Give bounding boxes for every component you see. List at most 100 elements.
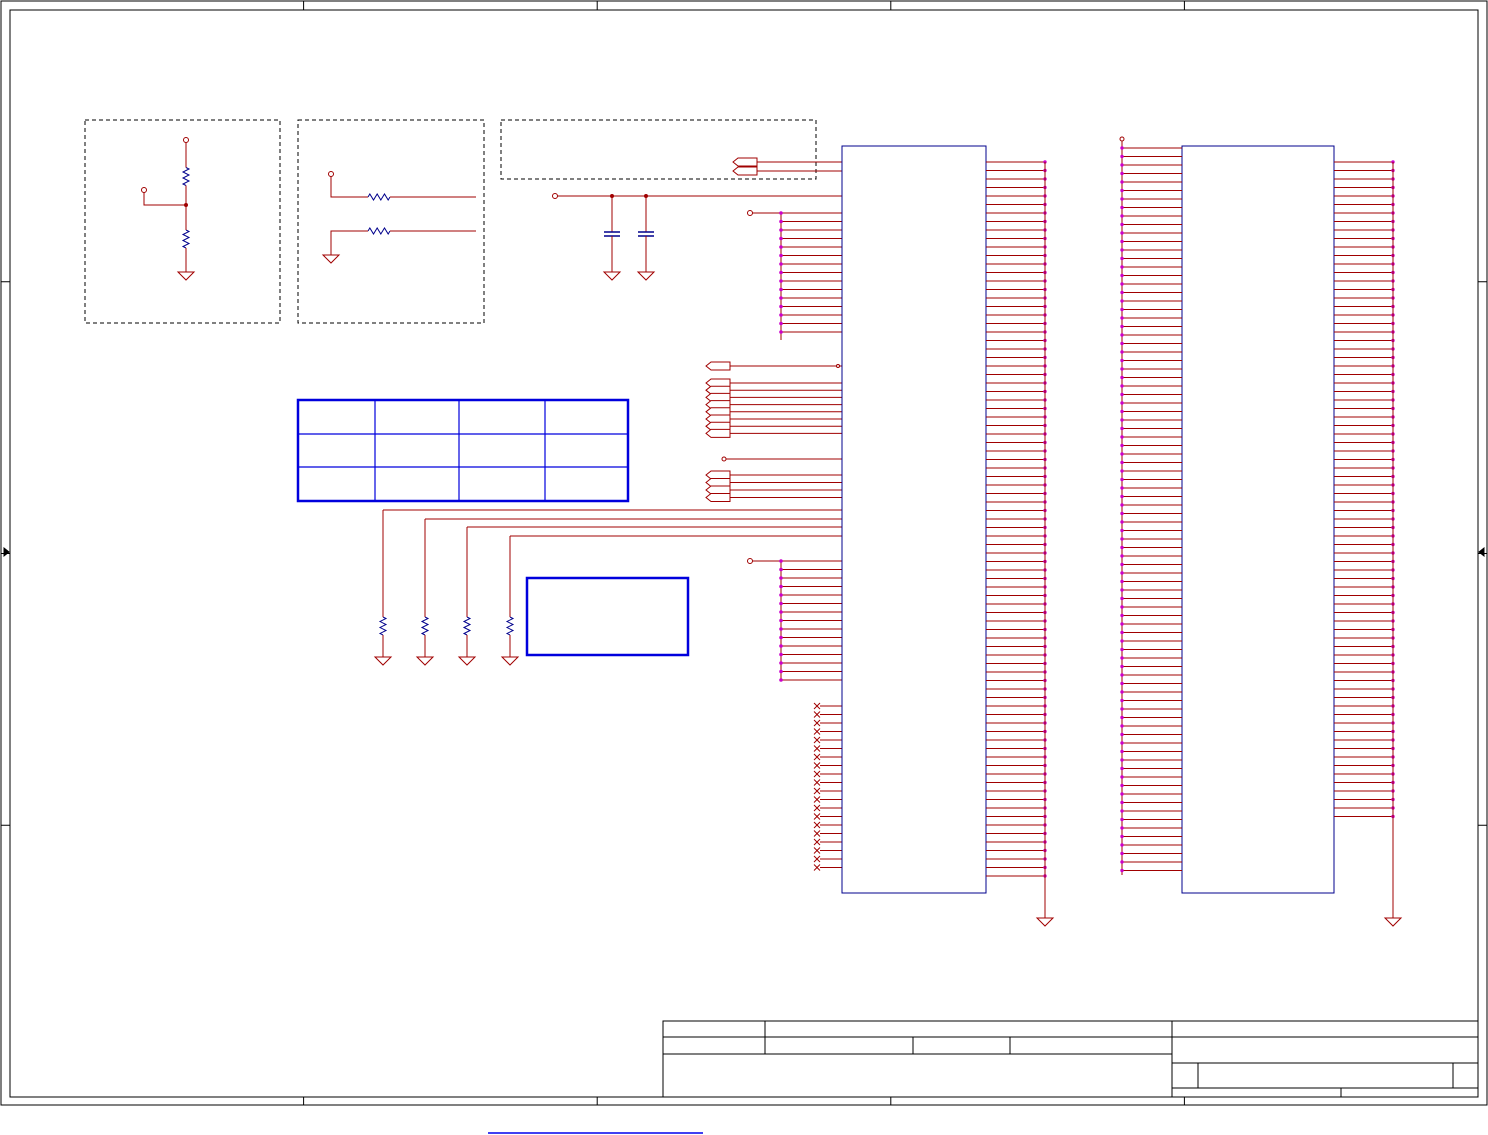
pin-marker <box>779 610 783 614</box>
pin-marker <box>779 644 783 648</box>
pin-marker <box>779 661 783 665</box>
pin-marker <box>1120 384 1124 388</box>
pin-marker <box>1120 579 1124 584</box>
pin-marker <box>1120 180 1124 184</box>
pin-marker <box>1120 545 1124 550</box>
pin-marker <box>779 262 783 266</box>
off-page-port <box>705 493 731 502</box>
junction-dot <box>184 203 188 207</box>
wire <box>330 176 360 198</box>
ground-symbol <box>457 656 477 666</box>
pin-marker <box>1120 622 1124 626</box>
pin-marker <box>1120 588 1124 592</box>
pin-marker <box>779 330 783 334</box>
wire <box>143 192 186 206</box>
pin-marker <box>1120 197 1124 201</box>
pin-marker <box>1120 418 1124 422</box>
pin-marker <box>1120 860 1124 864</box>
pin-marker <box>1120 596 1124 601</box>
off-page-port <box>705 478 731 487</box>
note-box <box>500 119 817 180</box>
wire <box>330 230 360 255</box>
info-box-border <box>525 576 690 657</box>
ground-symbol <box>415 656 435 666</box>
pin-marker <box>1120 664 1124 669</box>
pulldown-resistor-group <box>373 510 520 666</box>
pin-marker <box>779 270 783 275</box>
pin-marker <box>779 313 783 317</box>
pin-marker <box>779 576 783 580</box>
pin-marker <box>1120 239 1124 244</box>
note-dashed-box <box>500 119 817 180</box>
pin-marker <box>779 245 783 249</box>
pin-marker <box>779 236 783 241</box>
pin-marker <box>1120 681 1124 686</box>
pin-marker <box>1120 307 1124 312</box>
pin-marker <box>1120 146 1124 150</box>
pin-marker <box>1120 613 1124 618</box>
pin-marker <box>779 253 783 258</box>
ground-symbol <box>321 254 341 264</box>
pin-marker <box>779 219 783 224</box>
pin-marker <box>1120 452 1124 456</box>
pin-marker <box>1120 163 1124 167</box>
pin-marker <box>1120 766 1124 771</box>
ground-symbol <box>1383 917 1403 927</box>
pin-marker <box>1120 205 1124 210</box>
pin-marker <box>1120 214 1124 218</box>
pin-marker <box>1120 171 1124 176</box>
pin-marker <box>1120 188 1124 193</box>
pin-marker <box>779 669 783 674</box>
pin-marker <box>1120 834 1124 839</box>
pin-marker <box>1120 511 1124 516</box>
voltage-divider-box <box>84 119 281 324</box>
junction <box>183 137 189 143</box>
pin-marker <box>1120 469 1124 473</box>
pin-marker <box>1120 290 1124 295</box>
ground-symbol <box>1035 917 1055 927</box>
off-page-port <box>732 157 758 167</box>
pin-marker <box>1120 248 1124 252</box>
pin-marker <box>779 584 783 589</box>
pin-marker <box>1120 647 1124 652</box>
pin-marker <box>1120 282 1124 286</box>
center-arrow-left <box>3 546 10 558</box>
title-block-border <box>662 1020 1479 1098</box>
pin-marker <box>1120 698 1124 703</box>
pin-marker <box>779 559 783 563</box>
footer-link[interactable] <box>488 1112 703 1132</box>
pin-marker <box>1120 341 1124 346</box>
resistor-symbol <box>181 167 191 186</box>
ground-symbol <box>176 271 196 281</box>
pin-marker <box>1120 690 1124 694</box>
pin-marker <box>1120 809 1124 813</box>
pin-marker <box>1120 375 1124 380</box>
pin-marker <box>1120 851 1124 856</box>
pin-marker <box>1120 715 1124 720</box>
pin-marker <box>779 287 783 292</box>
pin-marker <box>1120 528 1124 533</box>
pin-marker <box>779 635 783 640</box>
pin-marker <box>1120 494 1124 499</box>
off-page-port <box>705 428 731 438</box>
pin-marker <box>779 211 783 215</box>
schematic-sheet <box>0 0 1488 1134</box>
series-resistor-box <box>297 119 485 324</box>
pin-marker <box>1120 732 1124 737</box>
resistor-symbol <box>181 229 191 249</box>
pin-marker <box>779 618 783 623</box>
pin-marker <box>1120 299 1124 303</box>
pin-marker <box>1120 741 1124 745</box>
pin-marker <box>1120 537 1124 541</box>
pin-marker <box>1120 783 1124 788</box>
resistor-symbol <box>378 616 388 636</box>
pin-marker <box>1120 775 1124 779</box>
pin-marker <box>1120 554 1124 558</box>
resistor-symbol <box>462 616 472 636</box>
off-page-port <box>705 485 731 495</box>
connector-right <box>1119 136 1403 927</box>
pin-marker <box>1120 273 1124 278</box>
pin-marker <box>779 567 783 572</box>
center-arrow-right <box>1478 546 1485 558</box>
resistor-symbol <box>367 227 391 235</box>
